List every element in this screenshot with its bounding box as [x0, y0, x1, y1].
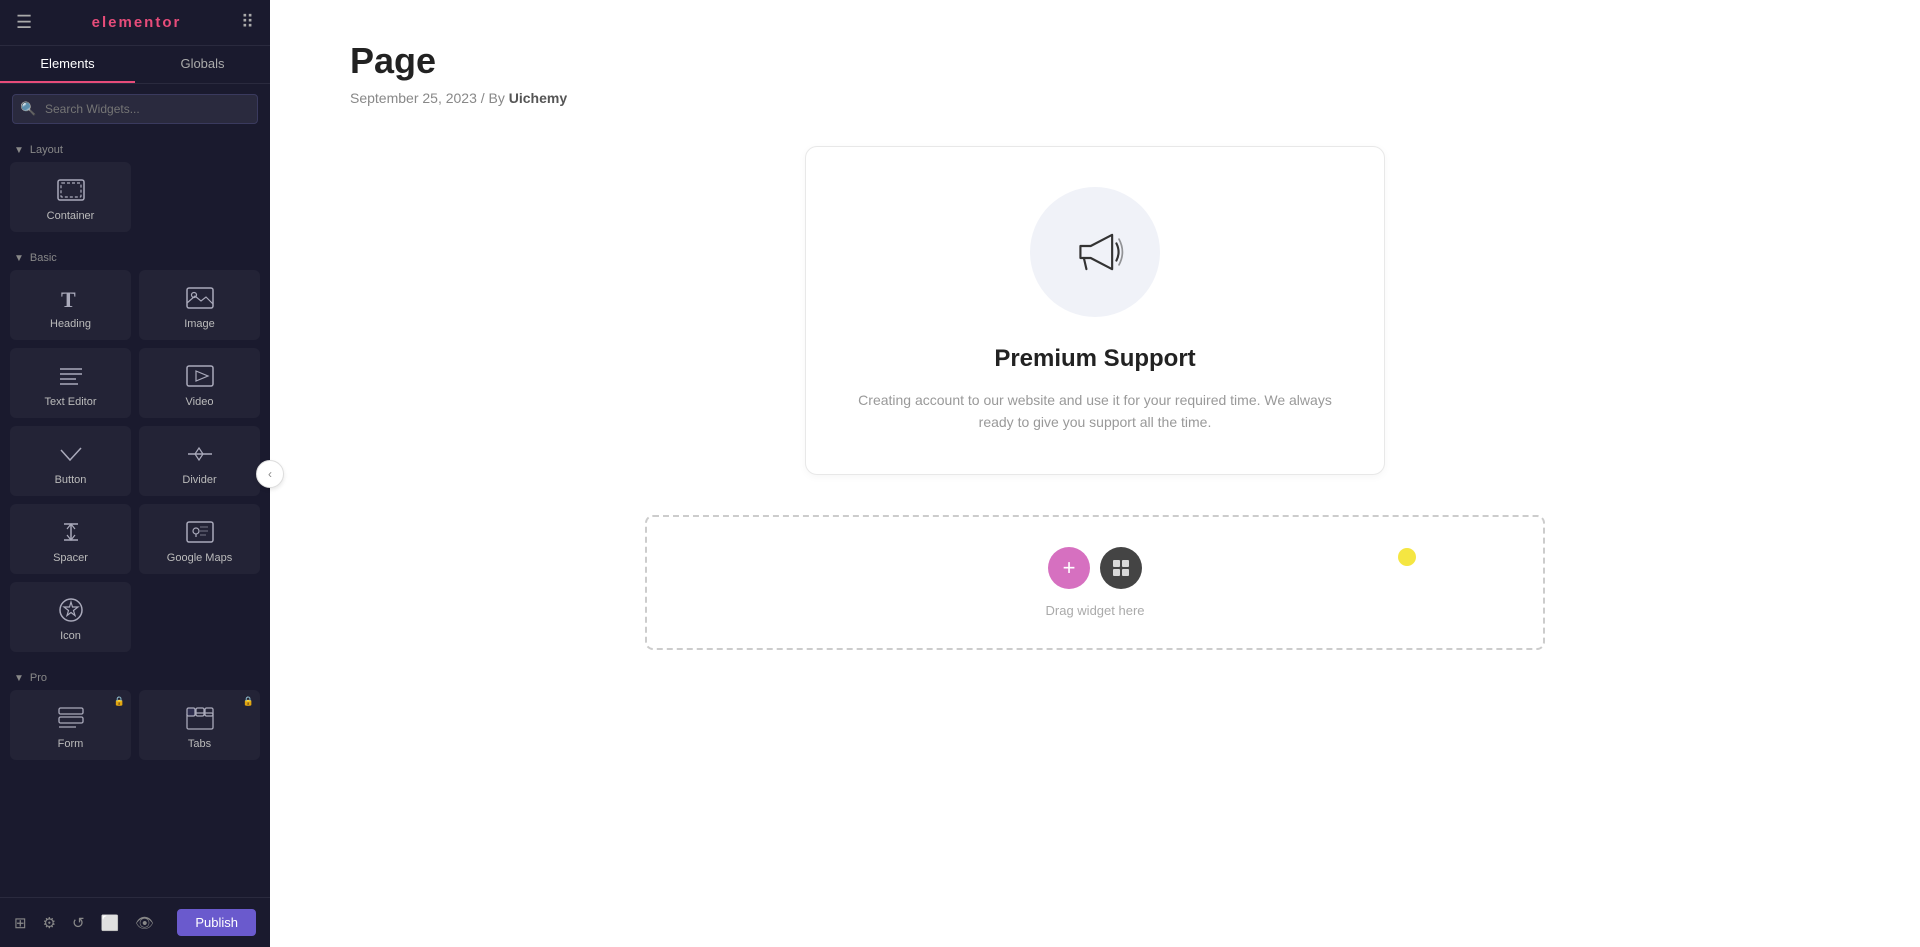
- google-maps-label: Google Maps: [167, 552, 232, 564]
- main-content: Page September 25, 2023 / By Uichemy Pre…: [270, 0, 1920, 947]
- history-icon[interactable]: ↺: [72, 914, 85, 932]
- basic-arrow-icon: ▼: [14, 253, 24, 264]
- basic-section-title: Basic: [30, 252, 57, 264]
- google-maps-icon: [186, 518, 214, 546]
- widget-container[interactable]: Container: [10, 162, 131, 232]
- image-label: Image: [184, 318, 215, 330]
- drop-zone-buttons: +: [1048, 547, 1142, 589]
- layout-section-title: Layout: [30, 144, 63, 156]
- tabs-icon: [186, 704, 214, 732]
- section-layout-label[interactable]: ▼ Layout: [0, 134, 270, 162]
- heading-label: Heading: [50, 318, 91, 330]
- form-icon: [58, 704, 84, 732]
- video-icon: [186, 362, 214, 390]
- widget-heading[interactable]: T Heading: [10, 270, 131, 340]
- publish-button[interactable]: Publish: [177, 909, 256, 936]
- sidebar: ☰ elementor ⠿ Elements Globals 🔍 ▼ Layou…: [0, 0, 270, 947]
- sidebar-scroll: ▼ Layout Container ▼ Basic: [0, 134, 270, 947]
- widget-spacer[interactable]: Spacer: [10, 504, 131, 574]
- tab-elements[interactable]: Elements: [0, 46, 135, 83]
- form-label: Form: [58, 738, 84, 750]
- layout-widgets-grid: Container: [0, 162, 270, 242]
- button-label: Button: [55, 474, 87, 486]
- tab-globals[interactable]: Globals: [135, 46, 270, 83]
- image-icon: [186, 284, 214, 312]
- tabs-label: Tabs: [188, 738, 211, 750]
- elementor-logo: elementor: [92, 14, 182, 31]
- section-basic-label[interactable]: ▼ Basic: [0, 242, 270, 270]
- widget-icon[interactable]: Icon: [10, 582, 131, 652]
- page-date: September 25, 2023 / By: [350, 90, 509, 106]
- spacer-label: Spacer: [53, 552, 88, 564]
- form-lock-icon: 🔒: [114, 696, 125, 707]
- icon-widget-icon: [58, 596, 84, 624]
- widget-form[interactable]: 🔒 Form: [10, 690, 131, 760]
- heading-icon: T: [58, 284, 84, 312]
- tab-row: Elements Globals: [0, 46, 270, 84]
- icon-label: Icon: [60, 630, 81, 642]
- video-label: Video: [186, 396, 214, 408]
- add-widget-button[interactable]: +: [1048, 547, 1090, 589]
- page-meta: September 25, 2023 / By Uichemy: [350, 90, 1840, 106]
- card-description: Creating account to our website and use …: [856, 389, 1334, 434]
- hamburger-icon[interactable]: ☰: [16, 12, 32, 33]
- spacer-icon: [57, 518, 85, 546]
- search-bar: 🔍: [0, 84, 270, 134]
- widget-button[interactable]: Button: [10, 426, 131, 496]
- basic-widgets-grid: T Heading Image: [0, 270, 270, 662]
- widget-divider[interactable]: Divider: [139, 426, 260, 496]
- sidebar-header: ☰ elementor ⠿: [0, 0, 270, 46]
- drop-zone: + Drag widget here: [645, 515, 1545, 650]
- widget-video[interactable]: Video: [139, 348, 260, 418]
- container-icon: [57, 176, 85, 204]
- bottom-toolbar: ⊞ ⚙ ↺ ⬜ 👁 Publish: [0, 897, 270, 947]
- page-author: Uichemy: [509, 90, 567, 106]
- section-pro-label[interactable]: ▼ Pro: [0, 662, 270, 690]
- widget-google-maps[interactable]: Google Maps: [139, 504, 260, 574]
- megaphone-icon: [1065, 222, 1125, 282]
- divider-icon: [186, 440, 214, 468]
- svg-text:T: T: [61, 287, 76, 311]
- card-icon-wrap: [1030, 187, 1160, 317]
- layers-icon[interactable]: ⊞: [14, 914, 27, 932]
- search-icon: 🔍: [20, 101, 36, 117]
- pro-widgets-grid: 🔒 Form 🔒: [0, 690, 270, 770]
- container-label: Container: [47, 210, 95, 222]
- grid-widget-button[interactable]: [1100, 547, 1142, 589]
- responsive-icon[interactable]: ⬜: [101, 914, 120, 932]
- premium-support-card: Premium Support Creating account to our …: [805, 146, 1385, 475]
- widget-tabs[interactable]: 🔒 Tabs: [139, 690, 260, 760]
- grid-icon[interactable]: ⠿: [241, 12, 254, 33]
- pro-section-title: Pro: [30, 672, 47, 684]
- eye-icon[interactable]: 👁: [135, 914, 154, 932]
- widget-image[interactable]: Image: [139, 270, 260, 340]
- collapse-sidebar-button[interactable]: ‹: [256, 460, 284, 488]
- widget-text-editor[interactable]: Text Editor: [10, 348, 131, 418]
- tabs-lock-icon: 🔒: [243, 696, 254, 707]
- page-title: Page: [350, 40, 1840, 82]
- layout-arrow-icon: ▼: [14, 145, 24, 156]
- divider-label: Divider: [182, 474, 216, 486]
- bottom-icons: ⊞ ⚙ ↺ ⬜ 👁: [14, 914, 154, 932]
- search-input[interactable]: [12, 94, 258, 124]
- drop-zone-label: Drag widget here: [1046, 603, 1145, 618]
- settings-icon[interactable]: ⚙: [43, 914, 56, 932]
- button-icon: [57, 440, 85, 468]
- pro-arrow-icon: ▼: [14, 673, 24, 684]
- text-editor-icon: [58, 362, 84, 390]
- text-editor-label: Text Editor: [45, 396, 97, 408]
- card-title: Premium Support: [856, 345, 1334, 373]
